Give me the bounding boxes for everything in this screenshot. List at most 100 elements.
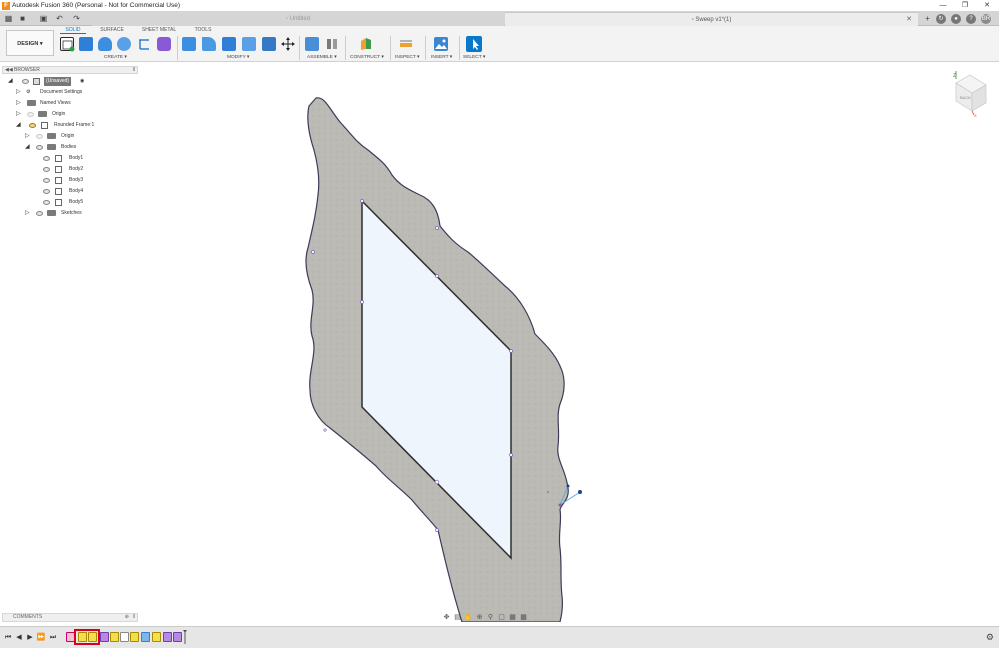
look-at-icon[interactable]: ▤ bbox=[453, 613, 462, 622]
tree-item-rounded-frame[interactable]: ◢ Rounded Frame:1 bbox=[16, 121, 126, 130]
visibility-eye-icon[interactable] bbox=[43, 189, 50, 194]
tab-tools[interactable]: TOOLS bbox=[192, 26, 214, 34]
inspect-group-label[interactable]: INSPECT ▾ bbox=[395, 55, 419, 60]
joint-icon[interactable] bbox=[325, 37, 339, 51]
assemble-group-label[interactable]: ASSEMBLE ▾ bbox=[307, 55, 337, 60]
tab-sweep[interactable]: ▫ Sweep v1*(1) ✕ bbox=[505, 12, 918, 26]
visibility-eye-icon[interactable] bbox=[36, 145, 43, 150]
maximize-button[interactable]: ❐ bbox=[956, 0, 974, 11]
collapse-panel-icon[interactable]: ◀◀ bbox=[5, 67, 13, 73]
sweep-icon[interactable] bbox=[117, 37, 131, 51]
tree-item-origin-sub[interactable]: ▷ Origin bbox=[25, 132, 125, 141]
zoom-icon[interactable]: ⊕ bbox=[475, 613, 484, 622]
tree-item-body3[interactable]: Body3 bbox=[43, 176, 123, 185]
redo-icon[interactable]: ↷ bbox=[71, 13, 82, 24]
collapsed-triangle-icon[interactable]: ▷ bbox=[25, 132, 31, 141]
tree-item-body1[interactable]: Body1 bbox=[43, 154, 123, 163]
close-tab-icon[interactable]: ✕ bbox=[906, 13, 912, 27]
new-component-icon[interactable] bbox=[305, 37, 319, 51]
undo-icon[interactable]: ↶ bbox=[54, 13, 65, 24]
tree-item-document-settings[interactable]: ▷ ⚙ Document Settings bbox=[16, 88, 126, 97]
tree-item-named-views[interactable]: ▷ Named Views bbox=[16, 99, 126, 108]
hidden-eye-icon[interactable] bbox=[27, 112, 34, 117]
add-comment-icon[interactable]: ⊕ bbox=[125, 614, 129, 621]
viewport-canvas[interactable] bbox=[140, 62, 999, 622]
pan-icon[interactable]: ✋ bbox=[464, 613, 473, 622]
timeline-feature-form[interactable] bbox=[163, 632, 172, 642]
tree-item-body4[interactable]: Body4 bbox=[43, 187, 123, 196]
extrude-icon[interactable] bbox=[79, 37, 93, 51]
hidden-eye-icon[interactable] bbox=[36, 134, 43, 139]
timeline-feature-form[interactable] bbox=[173, 632, 182, 642]
tree-item-origin[interactable]: ▷ Origin bbox=[16, 110, 126, 119]
chamfer-icon[interactable] bbox=[222, 37, 236, 51]
viewports-icon[interactable]: ▩ bbox=[519, 613, 528, 622]
timeline-settings-gear-icon[interactable]: ⚙ bbox=[986, 632, 994, 643]
save-icon[interactable]: ▣ bbox=[38, 13, 49, 24]
measure-icon[interactable] bbox=[399, 37, 413, 51]
workspace-switcher-button[interactable]: DESIGN ▾ bbox=[6, 30, 54, 56]
timeline-feature-sketch[interactable] bbox=[130, 632, 139, 642]
grid-menu-icon[interactable]: ▦ bbox=[3, 13, 14, 24]
timeline-feature-form[interactable] bbox=[100, 632, 109, 642]
timeline-feature-sketch[interactable] bbox=[110, 632, 119, 642]
display-settings-icon[interactable]: ▢ bbox=[497, 613, 506, 622]
tree-item-bodies[interactable]: ◢ Bodies bbox=[25, 143, 125, 152]
pin-icon[interactable]: ‖ bbox=[133, 67, 135, 73]
shell-icon[interactable] bbox=[242, 37, 256, 51]
construct-group-label[interactable]: CONSTRUCT ▾ bbox=[350, 55, 384, 60]
collapsed-triangle-icon[interactable]: ▷ bbox=[16, 99, 22, 108]
expanded-triangle-icon[interactable]: ◢ bbox=[8, 77, 14, 86]
timeline-feature-sweep[interactable] bbox=[141, 632, 150, 642]
tab-untitled[interactable]: ▫ Untitled bbox=[92, 12, 504, 26]
play-icon[interactable]: ▶ bbox=[25, 632, 35, 643]
collapsed-triangle-icon[interactable]: ▷ bbox=[16, 88, 22, 97]
create-sketch-icon[interactable] bbox=[60, 37, 75, 52]
go-to-end-icon[interactable]: ⏭ bbox=[48, 632, 58, 643]
select-group-label[interactable]: SELECT ▾ bbox=[463, 55, 485, 60]
view-cube[interactable]: Z BACK X bbox=[948, 71, 990, 117]
collapsed-triangle-icon[interactable]: ▷ bbox=[25, 209, 31, 218]
revolve-icon[interactable] bbox=[98, 37, 112, 51]
visibility-eye-icon[interactable] bbox=[22, 79, 29, 84]
insert-group-label[interactable]: INSERT ▾ bbox=[431, 55, 452, 60]
grid-settings-icon[interactable]: ▦ bbox=[508, 613, 517, 622]
visibility-eye-icon[interactable] bbox=[43, 167, 50, 172]
user-avatar[interactable]: BR bbox=[981, 14, 991, 24]
help-icon[interactable]: ? bbox=[966, 14, 976, 24]
timeline-marker[interactable] bbox=[183, 630, 187, 644]
notifications-icon[interactable]: ● bbox=[951, 14, 961, 24]
step-back-icon[interactable]: ◀ bbox=[14, 632, 24, 643]
press-pull-icon[interactable] bbox=[182, 37, 196, 51]
tab-solid[interactable]: SOLID bbox=[60, 26, 86, 34]
timeline-feature-plane[interactable] bbox=[120, 632, 129, 642]
visibility-eye-icon[interactable] bbox=[43, 200, 50, 205]
visibility-eye-icon[interactable] bbox=[29, 123, 36, 128]
combine-icon[interactable] bbox=[262, 37, 276, 51]
visibility-eye-icon[interactable] bbox=[36, 211, 43, 216]
move-icon[interactable] bbox=[281, 37, 295, 51]
go-to-start-icon[interactable]: ⏮ bbox=[3, 632, 13, 643]
job-status-icon[interactable]: ↻ bbox=[936, 14, 946, 24]
select-icon[interactable] bbox=[466, 36, 482, 52]
create-group-label[interactable]: CREATE ▾ bbox=[104, 55, 127, 60]
collapsed-triangle-icon[interactable]: ▷ bbox=[16, 110, 22, 119]
orbit-icon[interactable]: ✥ bbox=[442, 613, 451, 622]
rib-icon[interactable] bbox=[137, 37, 151, 51]
create-form-icon[interactable] bbox=[157, 37, 171, 51]
tree-item-body5[interactable]: Body5 bbox=[43, 198, 123, 207]
expanded-triangle-icon[interactable]: ◢ bbox=[25, 143, 31, 152]
visibility-eye-icon[interactable] bbox=[43, 156, 50, 161]
tree-item-sketches[interactable]: ▷ Sketches bbox=[25, 209, 125, 218]
timeline-feature-sketch[interactable] bbox=[152, 632, 161, 642]
minimize-button[interactable]: — bbox=[934, 0, 952, 11]
tree-item-root[interactable]: ◢ (Unsaved) ◉ bbox=[8, 77, 118, 86]
insert-image-icon[interactable] bbox=[434, 37, 448, 51]
step-forward-icon[interactable]: ⏩ bbox=[36, 632, 46, 643]
tree-item-body2[interactable]: Body2 bbox=[43, 165, 123, 174]
close-window-button[interactable]: ✕ bbox=[978, 0, 996, 11]
zoom-window-icon[interactable]: ⚲ bbox=[486, 613, 495, 622]
visibility-eye-icon[interactable] bbox=[43, 178, 50, 183]
tab-sheet-metal[interactable]: SHEET METAL bbox=[140, 26, 178, 34]
browser-panel-header[interactable]: ◀◀ BROWSER ‖ bbox=[2, 66, 138, 74]
